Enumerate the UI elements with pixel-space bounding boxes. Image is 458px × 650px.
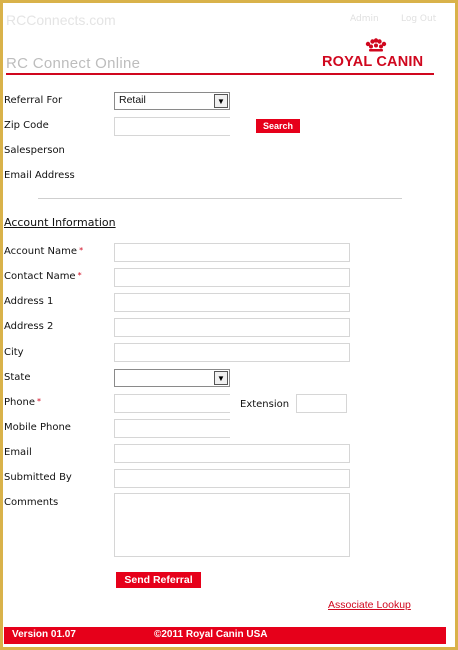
required-marker: * [77, 271, 82, 280]
account-name-input[interactable] [114, 243, 350, 262]
city-input[interactable] [114, 343, 350, 362]
required-marker: * [36, 397, 41, 406]
comments-label: Comments [4, 497, 59, 508]
admin-link[interactable]: Admin [350, 14, 379, 24]
submitted-by-input[interactable] [114, 469, 350, 488]
state-select[interactable]: ▼ [114, 369, 230, 387]
email-address-label: Email Address [4, 170, 75, 181]
address2-label: Address 2 [4, 321, 54, 332]
dropdown-arrow-icon[interactable]: ▼ [214, 371, 228, 385]
email-label: Email [4, 447, 32, 458]
extension-label: Extension [240, 399, 290, 410]
associate-lookup-link[interactable]: Associate Lookup [328, 599, 411, 611]
state-label: State [4, 372, 31, 383]
zip-code-input[interactable] [114, 117, 230, 136]
referral-for-label: Referral For [4, 95, 63, 106]
referral-for-value: Retail [119, 94, 146, 106]
required-marker: * [79, 246, 84, 255]
city-label: City [4, 347, 24, 358]
email-input[interactable] [114, 444, 350, 463]
search-button[interactable]: Search [256, 119, 300, 133]
phone-input[interactable] [114, 394, 230, 413]
mobile-phone-input[interactable] [114, 419, 230, 438]
logo-text: ROYAL CANIN [322, 54, 424, 70]
copyright-text: ©2011 Royal Canin USA [154, 629, 268, 640]
address1-input[interactable] [114, 293, 350, 312]
section-divider [38, 198, 402, 199]
page-title: RC Connect Online [6, 55, 141, 72]
royal-canin-logo: ROYAL CANIN [318, 38, 434, 72]
referral-for-select[interactable]: Retail ▼ [114, 92, 230, 110]
send-referral-button[interactable]: Send Referral [116, 572, 201, 588]
crown-icon [365, 38, 387, 52]
version-text: Version 01.07 [12, 629, 76, 640]
contact-name-label: Contact Name * [4, 271, 82, 282]
logout-link[interactable]: Log Out [401, 14, 436, 24]
submitted-by-label: Submitted By [4, 472, 72, 483]
address2-input[interactable] [114, 318, 350, 337]
dropdown-arrow-icon[interactable]: ▼ [214, 94, 228, 108]
extension-input[interactable] [296, 394, 347, 413]
account-name-label: Account Name * [4, 246, 84, 257]
address1-label: Address 1 [4, 296, 54, 307]
contact-name-input[interactable] [114, 268, 350, 287]
header-divider [6, 73, 434, 75]
phone-label: Phone * [4, 397, 41, 408]
salesperson-label: Salesperson [4, 145, 65, 156]
zip-code-label: Zip Code [4, 120, 49, 131]
site-name: RCConnects.com [6, 12, 116, 28]
footer-bar: Version 01.07 ©2011 Royal Canin USA [4, 627, 446, 644]
account-information-heading: Account Information [4, 216, 116, 229]
mobile-phone-label: Mobile Phone [4, 422, 71, 433]
comments-textarea[interactable] [114, 493, 350, 557]
